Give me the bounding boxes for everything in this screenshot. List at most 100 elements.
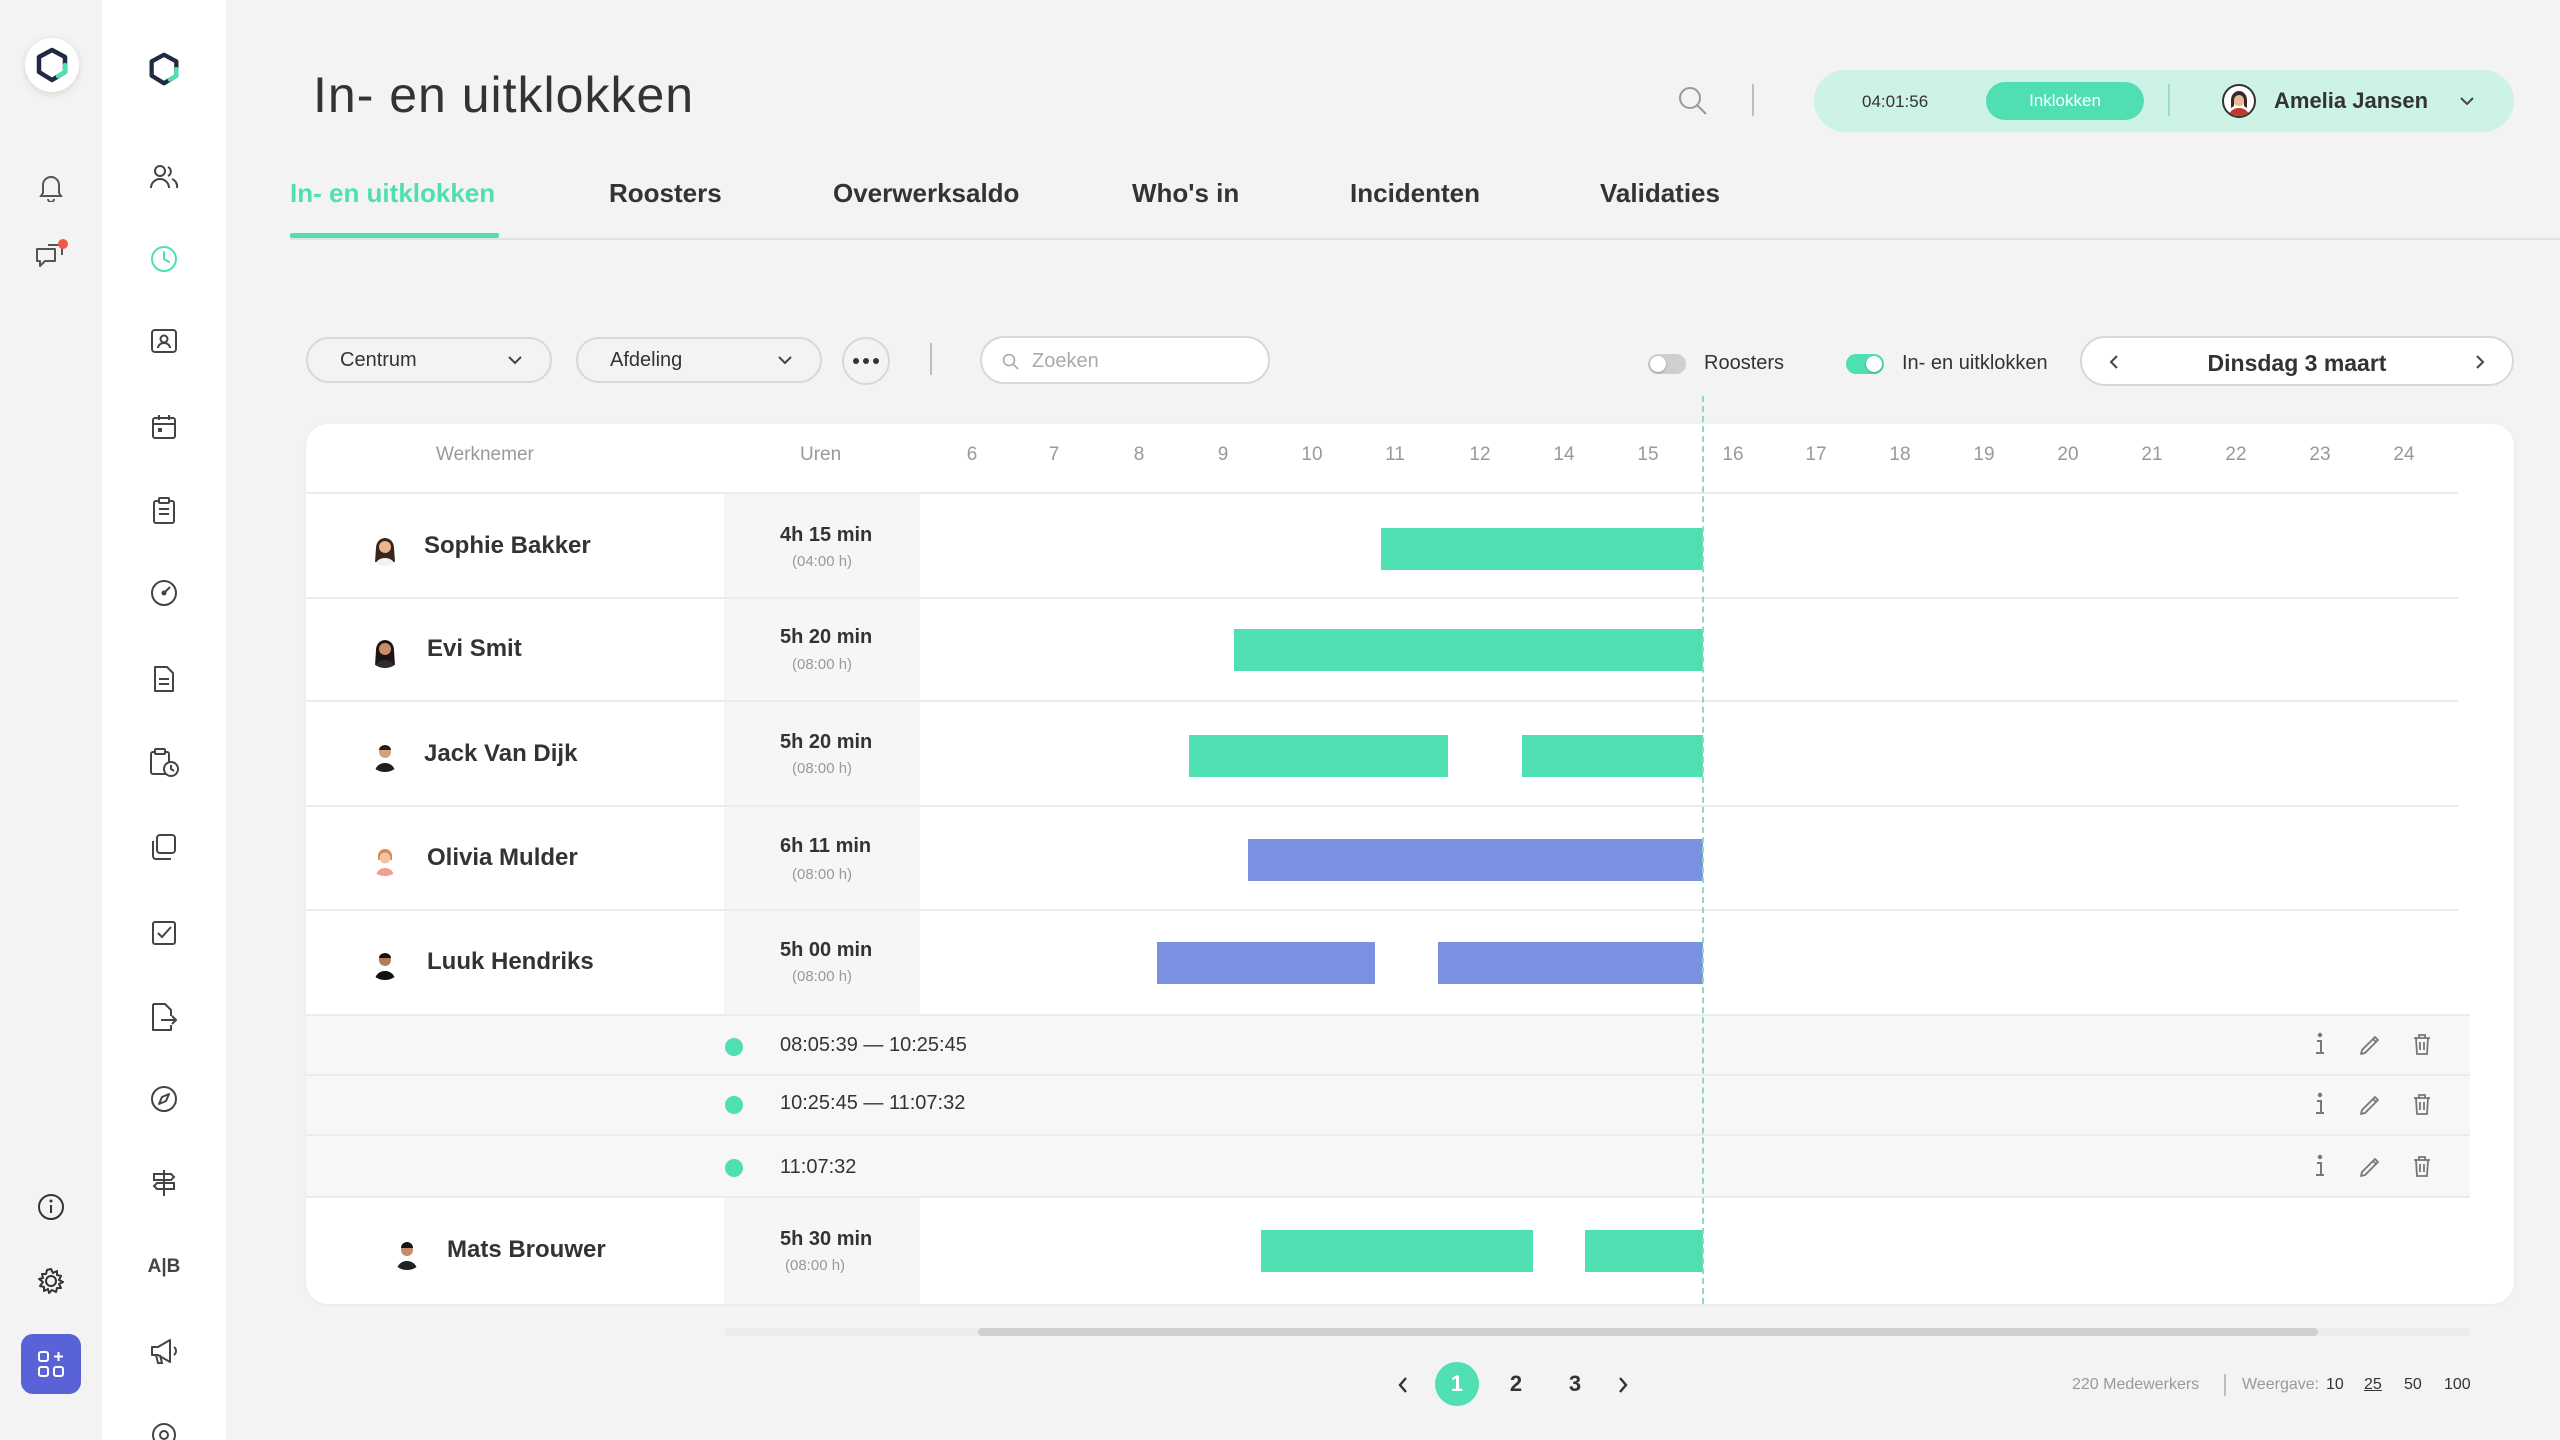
pagination-next-icon[interactable] <box>1608 1370 1638 1400</box>
copy-icon[interactable] <box>145 828 183 866</box>
hour-tick-label: 6 <box>966 444 978 465</box>
ab-test-icon[interactable]: A|B <box>145 1248 183 1286</box>
search-field[interactable] <box>980 336 1270 384</box>
column-header-employee: Werknemer <box>436 444 534 465</box>
signpost-icon[interactable] <box>145 1164 183 1202</box>
megaphone-icon[interactable] <box>145 1332 183 1370</box>
avatar <box>368 532 402 566</box>
info-icon[interactable] <box>2306 1152 2334 1180</box>
gear-icon[interactable] <box>32 1262 70 1300</box>
gauge-icon[interactable] <box>145 574 183 612</box>
toggle-clock[interactable] <box>1846 354 1884 374</box>
logo-icon[interactable] <box>25 38 79 92</box>
shift-bar[interactable] <box>1381 528 1703 570</box>
edit-icon[interactable] <box>2356 1090 2384 1118</box>
shift-bar[interactable] <box>1585 1230 1703 1272</box>
tab-in-en-uitklokken[interactable]: In- en uitklokken <box>290 178 495 209</box>
avatar[interactable] <box>2222 84 2256 118</box>
shift-bar[interactable] <box>1438 942 1703 984</box>
employee-hours: 5h 20 min <box>780 626 873 648</box>
clock-icon[interactable] <box>145 240 183 278</box>
pagination-prev-icon[interactable] <box>1388 1370 1418 1400</box>
row-divider <box>306 805 2458 807</box>
search-icon[interactable] <box>1676 84 1710 118</box>
tab-incidenten[interactable]: Incidenten <box>1350 178 1480 209</box>
employee-name[interactable]: Mats Brouwer <box>447 1236 606 1264</box>
trash-icon[interactable] <box>2408 1030 2436 1058</box>
primary-rail <box>0 0 102 1440</box>
clock-timer: 04:01:56 <box>1862 92 1929 111</box>
clock-in-button[interactable]: Inklokken <box>1986 82 2144 120</box>
tab-overwerksaldo[interactable]: Overwerksaldo <box>833 178 1019 209</box>
search-input[interactable] <box>1032 348 1252 374</box>
trash-icon[interactable] <box>2408 1090 2436 1118</box>
badge-icon[interactable] <box>145 322 183 360</box>
shift-bar[interactable] <box>1248 839 1703 881</box>
info-icon[interactable] <box>2306 1030 2334 1058</box>
employee-name[interactable]: Jack Van Dijk <box>424 740 577 768</box>
info-icon[interactable] <box>2306 1090 2334 1118</box>
view-option-selected[interactable]: 25 <box>2364 1376 2382 1394</box>
clock-panel-divider <box>2168 84 2170 116</box>
employee-name[interactable]: Sophie Bakker <box>424 532 591 560</box>
user-name[interactable]: Amelia Jansen <box>2274 88 2428 114</box>
hour-tick-label: 15 <box>1637 444 1659 465</box>
users-icon[interactable] <box>145 158 183 196</box>
edit-icon[interactable] <box>2356 1030 2384 1058</box>
shift-bar[interactable] <box>1522 735 1703 777</box>
entry-status-dot <box>725 1159 743 1177</box>
shift-bar[interactable] <box>1157 942 1375 984</box>
chevron-down-icon[interactable] <box>2458 92 2476 110</box>
tab-validaties[interactable]: Validaties <box>1600 178 1720 209</box>
chevron-right-icon[interactable] <box>2470 352 2490 372</box>
tab-whos-in[interactable]: Who's in <box>1132 178 1239 209</box>
department-select[interactable]: Afdeling <box>576 337 822 383</box>
document-export-icon[interactable] <box>145 998 183 1036</box>
bell-icon[interactable] <box>32 168 70 206</box>
calendar-icon[interactable] <box>145 408 183 446</box>
clipboard-icon[interactable] <box>145 492 183 530</box>
apps-plus-icon[interactable] <box>21 1334 81 1394</box>
logo-icon[interactable] <box>145 50 183 88</box>
document-icon[interactable] <box>145 660 183 698</box>
more-options-button[interactable] <box>842 337 890 385</box>
checkbox-icon[interactable] <box>145 914 183 952</box>
ab-test-label: A|B <box>147 1256 181 1277</box>
page-3[interactable]: 3 <box>1553 1362 1597 1406</box>
view-option[interactable]: 100 <box>2444 1376 2471 1394</box>
employee-name[interactable]: Evi Smit <box>427 635 522 663</box>
employee-planned: (08:00 h) <box>792 968 853 985</box>
view-option[interactable]: 50 <box>2404 1376 2422 1394</box>
hour-tick-label: 22 <box>2225 444 2247 465</box>
location-select[interactable]: Centrum <box>306 337 552 383</box>
employee-hours: 5h 00 min <box>780 939 873 961</box>
page-2[interactable]: 2 <box>1494 1362 1538 1406</box>
info-icon[interactable] <box>32 1188 70 1226</box>
trash-icon[interactable] <box>2408 1152 2436 1180</box>
employee-name[interactable]: Olivia Mulder <box>427 844 578 872</box>
clipboard-clock-icon[interactable] <box>145 744 183 782</box>
toggle-knob <box>1650 356 1666 372</box>
hour-tick-label: 21 <box>2141 444 2163 465</box>
employee-hours: 5h 30 min <box>780 1228 873 1250</box>
employee-name[interactable]: Luuk Hendriks <box>427 948 594 976</box>
page-1[interactable]: 1 <box>1435 1362 1479 1406</box>
compass-icon[interactable] <box>145 1080 183 1118</box>
toggle-roosters[interactable] <box>1648 354 1686 374</box>
row-divider <box>306 700 2458 702</box>
edit-icon[interactable] <box>2356 1152 2384 1180</box>
chat-notification-icon[interactable] <box>32 236 70 274</box>
hour-tick-label: 19 <box>1973 444 1995 465</box>
tabs-divider <box>290 238 2560 240</box>
scrollbar-thumb[interactable] <box>978 1328 2318 1336</box>
column-header-hours: Uren <box>800 444 842 465</box>
shift-bar[interactable] <box>1261 1230 1533 1272</box>
entry-status-dot <box>725 1038 743 1056</box>
settings-partial-icon[interactable] <box>145 1416 183 1440</box>
shift-bar[interactable] <box>1234 629 1703 671</box>
shift-bar[interactable] <box>1189 735 1448 777</box>
hour-tick-label: 23 <box>2309 444 2331 465</box>
employee-hours: 4h 15 min <box>780 524 873 546</box>
tab-roosters[interactable]: Roosters <box>609 178 722 209</box>
view-option[interactable]: 10 <box>2326 1376 2344 1394</box>
